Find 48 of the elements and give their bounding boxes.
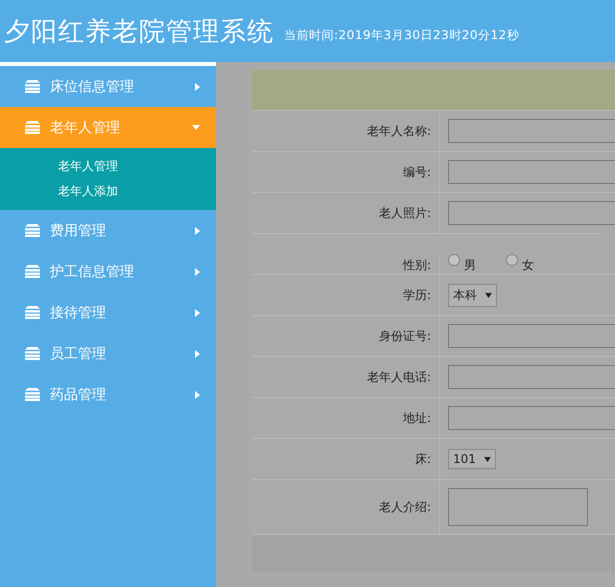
input-field[interactable] xyxy=(448,406,615,430)
caret-right-icon xyxy=(195,268,200,276)
stack-icon xyxy=(24,224,41,237)
sidebar-item[interactable]: 接待管理 xyxy=(0,292,216,333)
stack-icon xyxy=(24,306,41,319)
input-field[interactable] xyxy=(448,119,615,143)
input-field[interactable] xyxy=(448,365,615,389)
submenu-item[interactable]: 老年人添加 xyxy=(58,179,216,204)
select-dropdown[interactable]: 101 xyxy=(448,449,496,469)
submenu-item[interactable]: 老年人管理 xyxy=(58,154,216,179)
caret-right-icon xyxy=(195,226,200,234)
field-label: 地址: xyxy=(402,410,431,426)
sidebar-item[interactable]: 员工管理 xyxy=(0,333,216,374)
input-field[interactable] xyxy=(448,324,615,348)
caret-right-icon xyxy=(195,308,200,316)
caret-right-icon xyxy=(195,82,200,90)
field-label: 老年人名称: xyxy=(366,122,431,140)
app-title: 夕阳红养老院管理系统 xyxy=(4,16,274,48)
current-time: 当前时间:2019年3月30日23时20分12秒 xyxy=(284,26,520,44)
field-label: 身份证号: xyxy=(378,328,431,344)
caret-right-icon xyxy=(195,390,200,398)
field-label: 学历: xyxy=(402,286,431,304)
field-label: 老人照片: xyxy=(378,204,431,222)
sidebar-item[interactable]: 床位信息管理 xyxy=(0,66,216,107)
sidebar-item[interactable]: 护工信息管理 xyxy=(0,251,216,292)
caret-down-icon xyxy=(192,125,200,130)
stack-icon xyxy=(24,80,41,93)
sidebar-item[interactable]: 老年人管理 xyxy=(0,107,216,148)
field-label: 老年人电话: xyxy=(366,368,431,386)
radio-option[interactable]: 女 xyxy=(506,254,534,274)
field-label: 编号: xyxy=(402,164,431,180)
caret-down-icon xyxy=(484,456,491,462)
caret-down-icon xyxy=(485,292,492,298)
field-label: 老人介绍: xyxy=(378,498,431,516)
stack-icon xyxy=(24,388,41,401)
stack-icon xyxy=(24,121,41,134)
field-label: 性别: xyxy=(402,257,431,274)
select-dropdown[interactable]: 本科 xyxy=(448,284,497,306)
input-field[interactable] xyxy=(448,160,615,184)
stack-icon xyxy=(24,265,41,278)
radio-option[interactable]: 男 xyxy=(448,254,476,274)
sidebar-item[interactable]: 费用管理 xyxy=(0,210,216,251)
textarea-field[interactable] xyxy=(448,488,588,526)
field-label: 床: xyxy=(414,450,431,468)
caret-right-icon xyxy=(195,350,200,358)
stack-icon xyxy=(24,347,41,360)
input-field[interactable] xyxy=(448,201,615,225)
sidebar-item[interactable]: 药品管理 xyxy=(0,374,216,415)
